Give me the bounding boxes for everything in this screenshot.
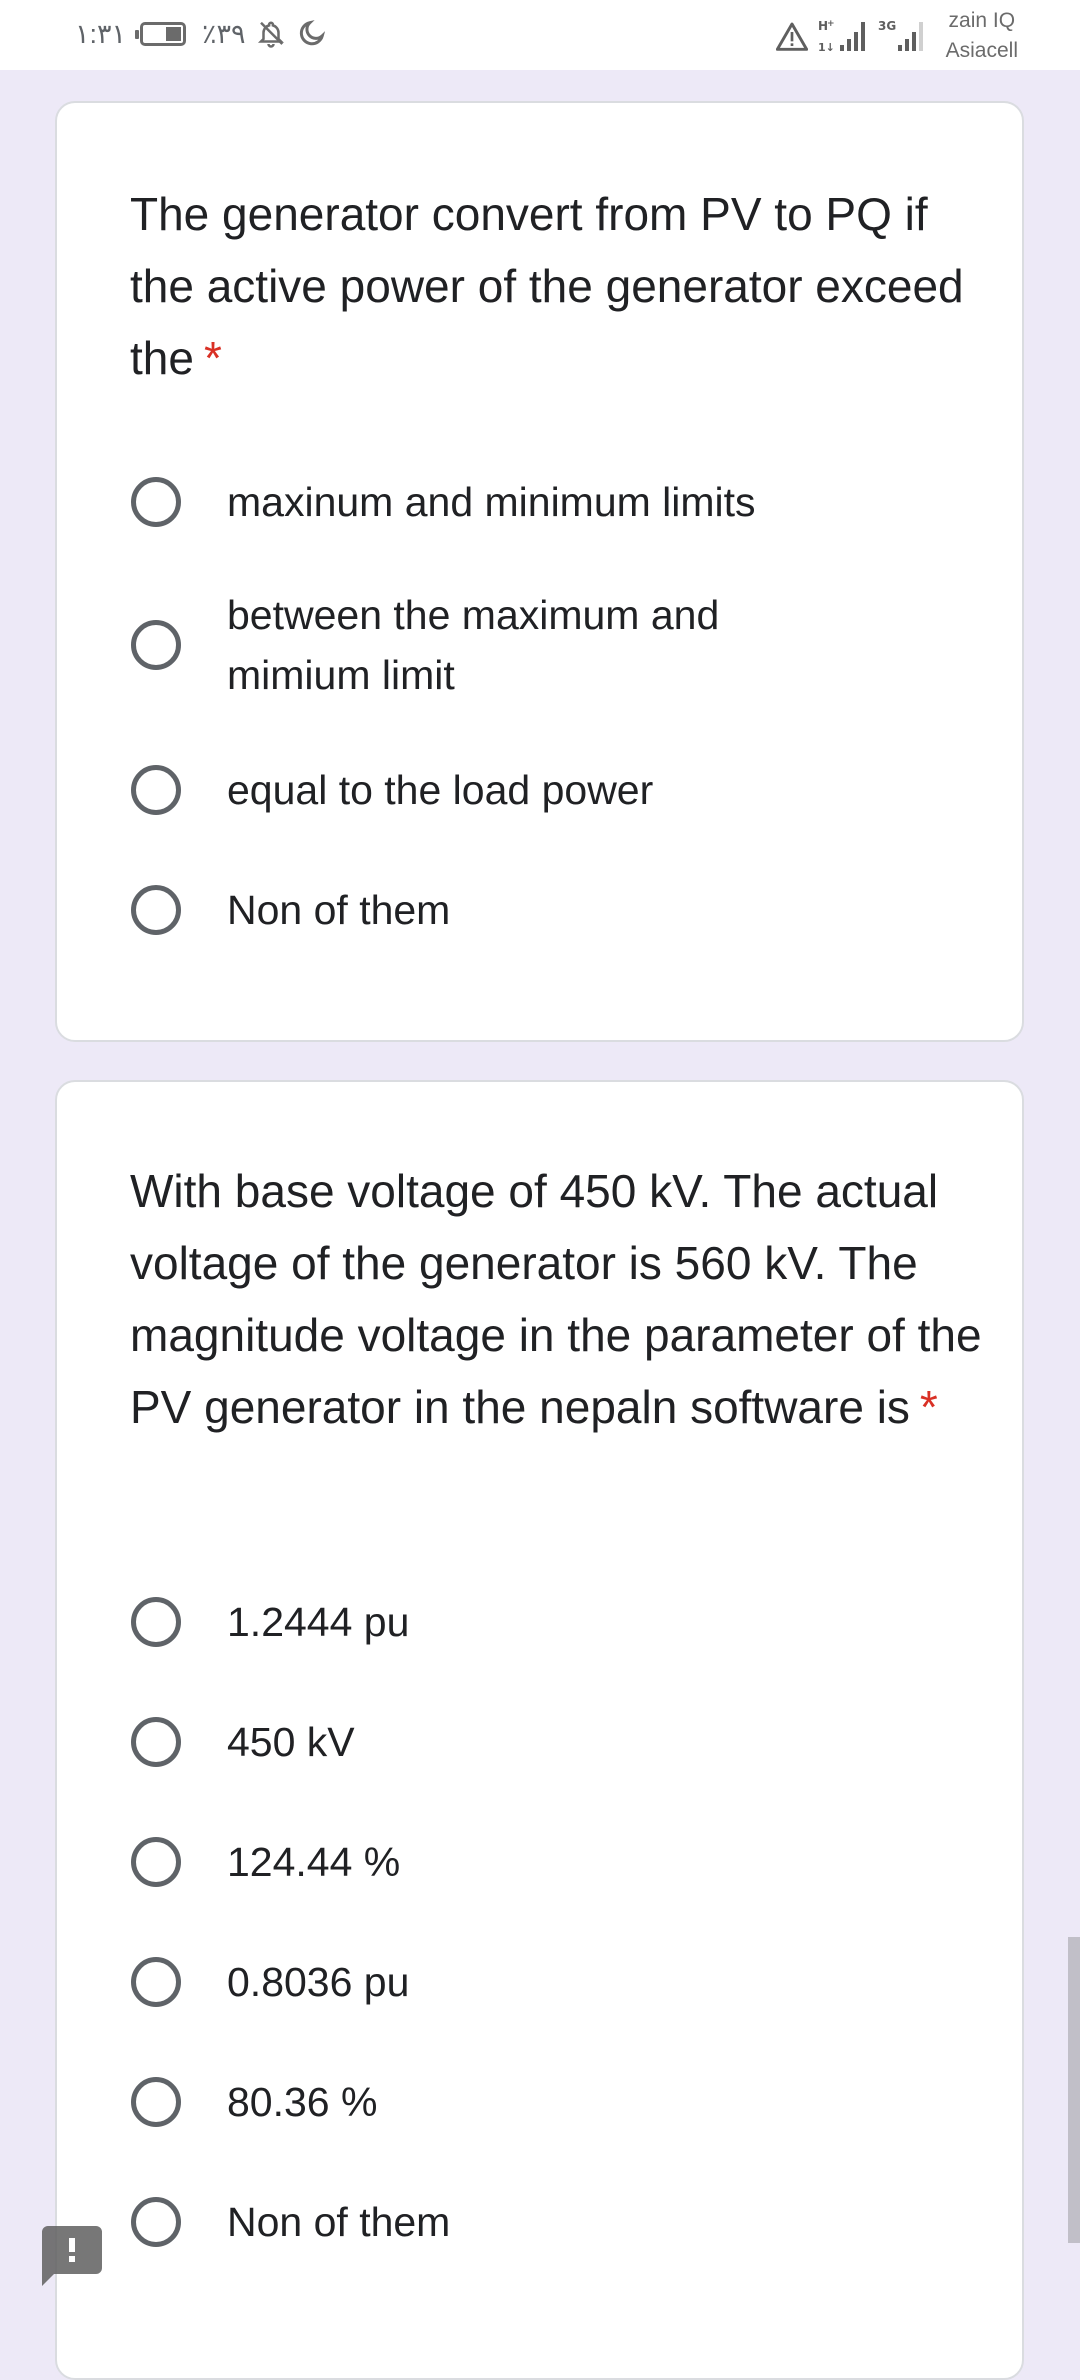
carrier-2: Asiacell — [945, 39, 1018, 62]
svg-text:+: + — [827, 19, 835, 29]
svg-text:1↓: 1↓ — [818, 41, 835, 54]
radio-option[interactable]: Non of them — [131, 880, 991, 940]
question-title: The generator convert from PV to PQ if t… — [130, 178, 990, 394]
required-asterisk: * — [203, 332, 222, 384]
moon-icon — [299, 20, 325, 46]
option-label: equal to the load power — [227, 767, 654, 813]
option-label: 0.8036 pu — [227, 1959, 410, 2005]
radio-option[interactable]: 80.36 % — [131, 2072, 991, 2132]
option-label: 80.36 % — [227, 2079, 378, 2125]
carrier-names: zain IQ Asiacell — [946, 6, 1018, 66]
radio-button[interactable] — [131, 1597, 181, 1647]
warning-icon — [775, 22, 808, 51]
radio-button[interactable] — [131, 1957, 181, 2007]
signal-3g-icon: 3G — [878, 19, 923, 51]
radio-option[interactable]: 0.8036 pu — [131, 1952, 991, 2012]
radio-option[interactable]: 124.44 % — [131, 1832, 991, 1892]
radio-button[interactable] — [131, 765, 181, 815]
svg-text:3G: 3G — [878, 19, 896, 33]
radio-option[interactable]: equal to the load power — [131, 760, 991, 820]
radio-button[interactable] — [131, 2197, 181, 2247]
carrier-1: zain IQ — [948, 9, 1016, 32]
bell-off-icon — [257, 21, 284, 48]
signal-hplus-icon: H + 1↓ — [818, 19, 865, 54]
radio-button[interactable] — [131, 1837, 181, 1887]
question-text: With base voltage of 450 kV. The actual … — [130, 1165, 982, 1433]
clock: ١:٣١ — [75, 18, 127, 49]
radio-option[interactable]: 1.2444 pu — [131, 1592, 991, 1652]
question-text: The generator convert from PV to PQ if t… — [130, 188, 964, 384]
radio-button[interactable] — [131, 477, 181, 527]
question-card: With base voltage of 450 kV. The actual … — [55, 1080, 1024, 2380]
option-label: Non of them — [227, 887, 451, 933]
battery-icon — [135, 22, 187, 46]
radio-option[interactable]: between the maximum and mimium limit — [131, 585, 771, 705]
battery-percent: ٪٣٩ — [202, 18, 246, 49]
scrollbar[interactable] — [1068, 1937, 1080, 2243]
option-label: 450 kV — [227, 1719, 355, 1765]
option-label: maxinum and minimum limits — [227, 479, 756, 525]
radio-option[interactable]: maxinum and minimum limits — [131, 472, 991, 532]
option-label: between the maximum and mimium limit — [227, 592, 720, 698]
radio-option[interactable]: 450 kV — [131, 1712, 991, 1772]
question-title: With base voltage of 450 kV. The actual … — [130, 1155, 990, 1443]
status-right: H + 1↓ 3G zain IQ Asiacell — [775, 6, 1018, 66]
required-asterisk: * — [919, 1381, 938, 1433]
radio-button[interactable] — [131, 885, 181, 935]
question-card: The generator convert from PV to PQ if t… — [55, 101, 1024, 1042]
option-label: 124.44 % — [227, 1839, 401, 1885]
radio-button[interactable] — [131, 620, 181, 670]
radio-option[interactable]: Non of them — [131, 2192, 991, 2252]
status-left: ١:٣١ ٪٣٩ — [75, 14, 326, 54]
radio-button[interactable] — [131, 1717, 181, 1767]
status-bar: ١:٣١ ٪٣٩ H + 1↓ 3G zain IQ Asiacell — [0, 0, 1080, 70]
option-label: Non of them — [227, 2199, 451, 2245]
feedback-icon[interactable] — [42, 2226, 102, 2286]
option-label: 1.2444 pu — [227, 1599, 410, 1645]
radio-button[interactable] — [131, 2077, 181, 2127]
